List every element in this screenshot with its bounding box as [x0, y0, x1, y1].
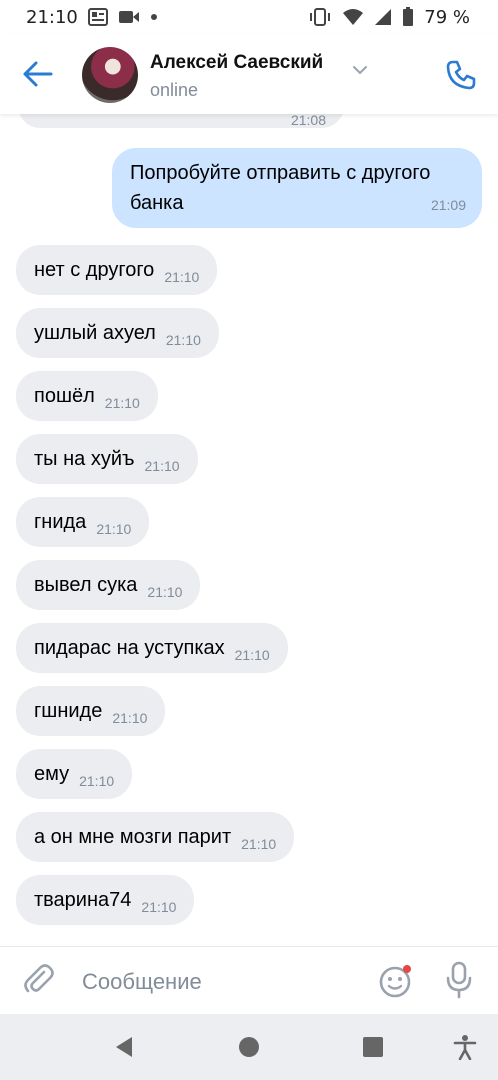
message-bubble-incoming[interactable]: а он мне мозги парит 21:10	[16, 812, 295, 862]
message-bubble-incoming[interactable]: вывел сука 21:10	[16, 560, 201, 610]
avatar[interactable]	[82, 47, 138, 103]
system-nav-bar	[0, 1014, 498, 1080]
message-bubble-incoming[interactable]: пошёл 21:10	[16, 371, 158, 421]
message-text: пошёл	[34, 385, 95, 407]
message-time: 21:10	[79, 773, 115, 789]
message-time: 21:10	[141, 899, 177, 915]
message-text: гшниде	[34, 700, 103, 722]
news-icon	[87, 8, 108, 26]
chevron-down-icon[interactable]	[352, 60, 368, 79]
message-time: 21:10	[104, 395, 140, 411]
message-text: ты на хуйъ	[34, 448, 135, 470]
battery-icon	[402, 7, 414, 27]
message-text: нет с другого	[34, 259, 155, 281]
message-bubble-incoming[interactable]: гшниде 21:10	[16, 686, 166, 736]
video-icon	[118, 9, 140, 25]
message-time: 21:10	[164, 269, 200, 285]
message-text: тварина74	[34, 889, 132, 911]
message-time: 21:10	[241, 836, 277, 852]
message-text: гнида	[34, 511, 87, 533]
nav-recents-icon[interactable]	[360, 1034, 386, 1060]
dot-icon	[150, 13, 158, 21]
message-time: 21:10	[144, 458, 180, 474]
message-text: а он мне мозги парит	[34, 826, 232, 848]
message-time: 21:10	[147, 584, 183, 600]
vibrate-icon	[308, 7, 332, 27]
accessibility-icon[interactable]	[452, 1034, 478, 1061]
message-time: 21:08	[290, 114, 326, 128]
chat-header: Алексей Саевский online	[0, 34, 498, 114]
status-time: 21:10	[26, 6, 78, 28]
message-bubble-incoming[interactable]: тварина74 21:10	[16, 875, 195, 925]
message-bubble-partial[interactable]: 21:08	[18, 114, 344, 128]
contact-status: online	[150, 80, 199, 100]
message-list[interactable]: 21:08 Попробуйте отправить с другого бан…	[0, 114, 498, 946]
message-text: вывел сука	[34, 574, 138, 596]
phone-icon[interactable]	[444, 58, 478, 92]
message-bubble-incoming[interactable]: ты на хуйъ 21:10	[16, 434, 198, 484]
message-text: Попробуйте отправить с другого банка	[130, 162, 431, 214]
message-time: 21:10	[165, 332, 201, 348]
message-time: 21:10	[234, 647, 270, 663]
message-composer	[0, 946, 498, 1014]
message-time: 21:10	[112, 710, 148, 726]
message-time: 21:09	[430, 197, 466, 213]
message-bubble-incoming[interactable]: пидарас на уступках 21:10	[16, 623, 288, 673]
message-bubble-incoming[interactable]: нет с другого 21:10	[16, 245, 218, 295]
microphone-icon[interactable]	[444, 961, 474, 999]
message-text: ушлый ахуел	[34, 322, 156, 344]
status-left: 21:10	[26, 7, 158, 28]
message-text: ему	[34, 763, 70, 785]
signal-icon	[374, 8, 392, 26]
status-bar: 21:10 79 %	[0, 0, 498, 34]
arrow-left-icon[interactable]	[22, 60, 54, 88]
wifi-icon	[342, 8, 364, 26]
message-time: 21:10	[96, 521, 132, 537]
message-input[interactable]	[80, 961, 354, 1003]
message-text: пидарас на уступках	[34, 637, 225, 659]
battery-percent: 79 %	[424, 6, 470, 28]
message-bubble-incoming[interactable]: гнида 21:10	[16, 497, 150, 547]
contact-name[interactable]: Алексей Саевский	[150, 52, 323, 74]
paperclip-icon[interactable]	[22, 963, 56, 997]
nav-back-icon[interactable]	[112, 1034, 138, 1060]
message-bubble-outgoing[interactable]: Попробуйте отправить с другого банка 21:…	[112, 148, 482, 228]
nav-home-icon[interactable]	[236, 1034, 262, 1060]
emoji-icon[interactable]	[378, 963, 414, 999]
message-bubble-incoming[interactable]: ему 21:10	[16, 749, 133, 799]
message-bubble-incoming[interactable]: ушлый ахуел 21:10	[16, 308, 219, 358]
status-right: 79 %	[308, 7, 470, 28]
